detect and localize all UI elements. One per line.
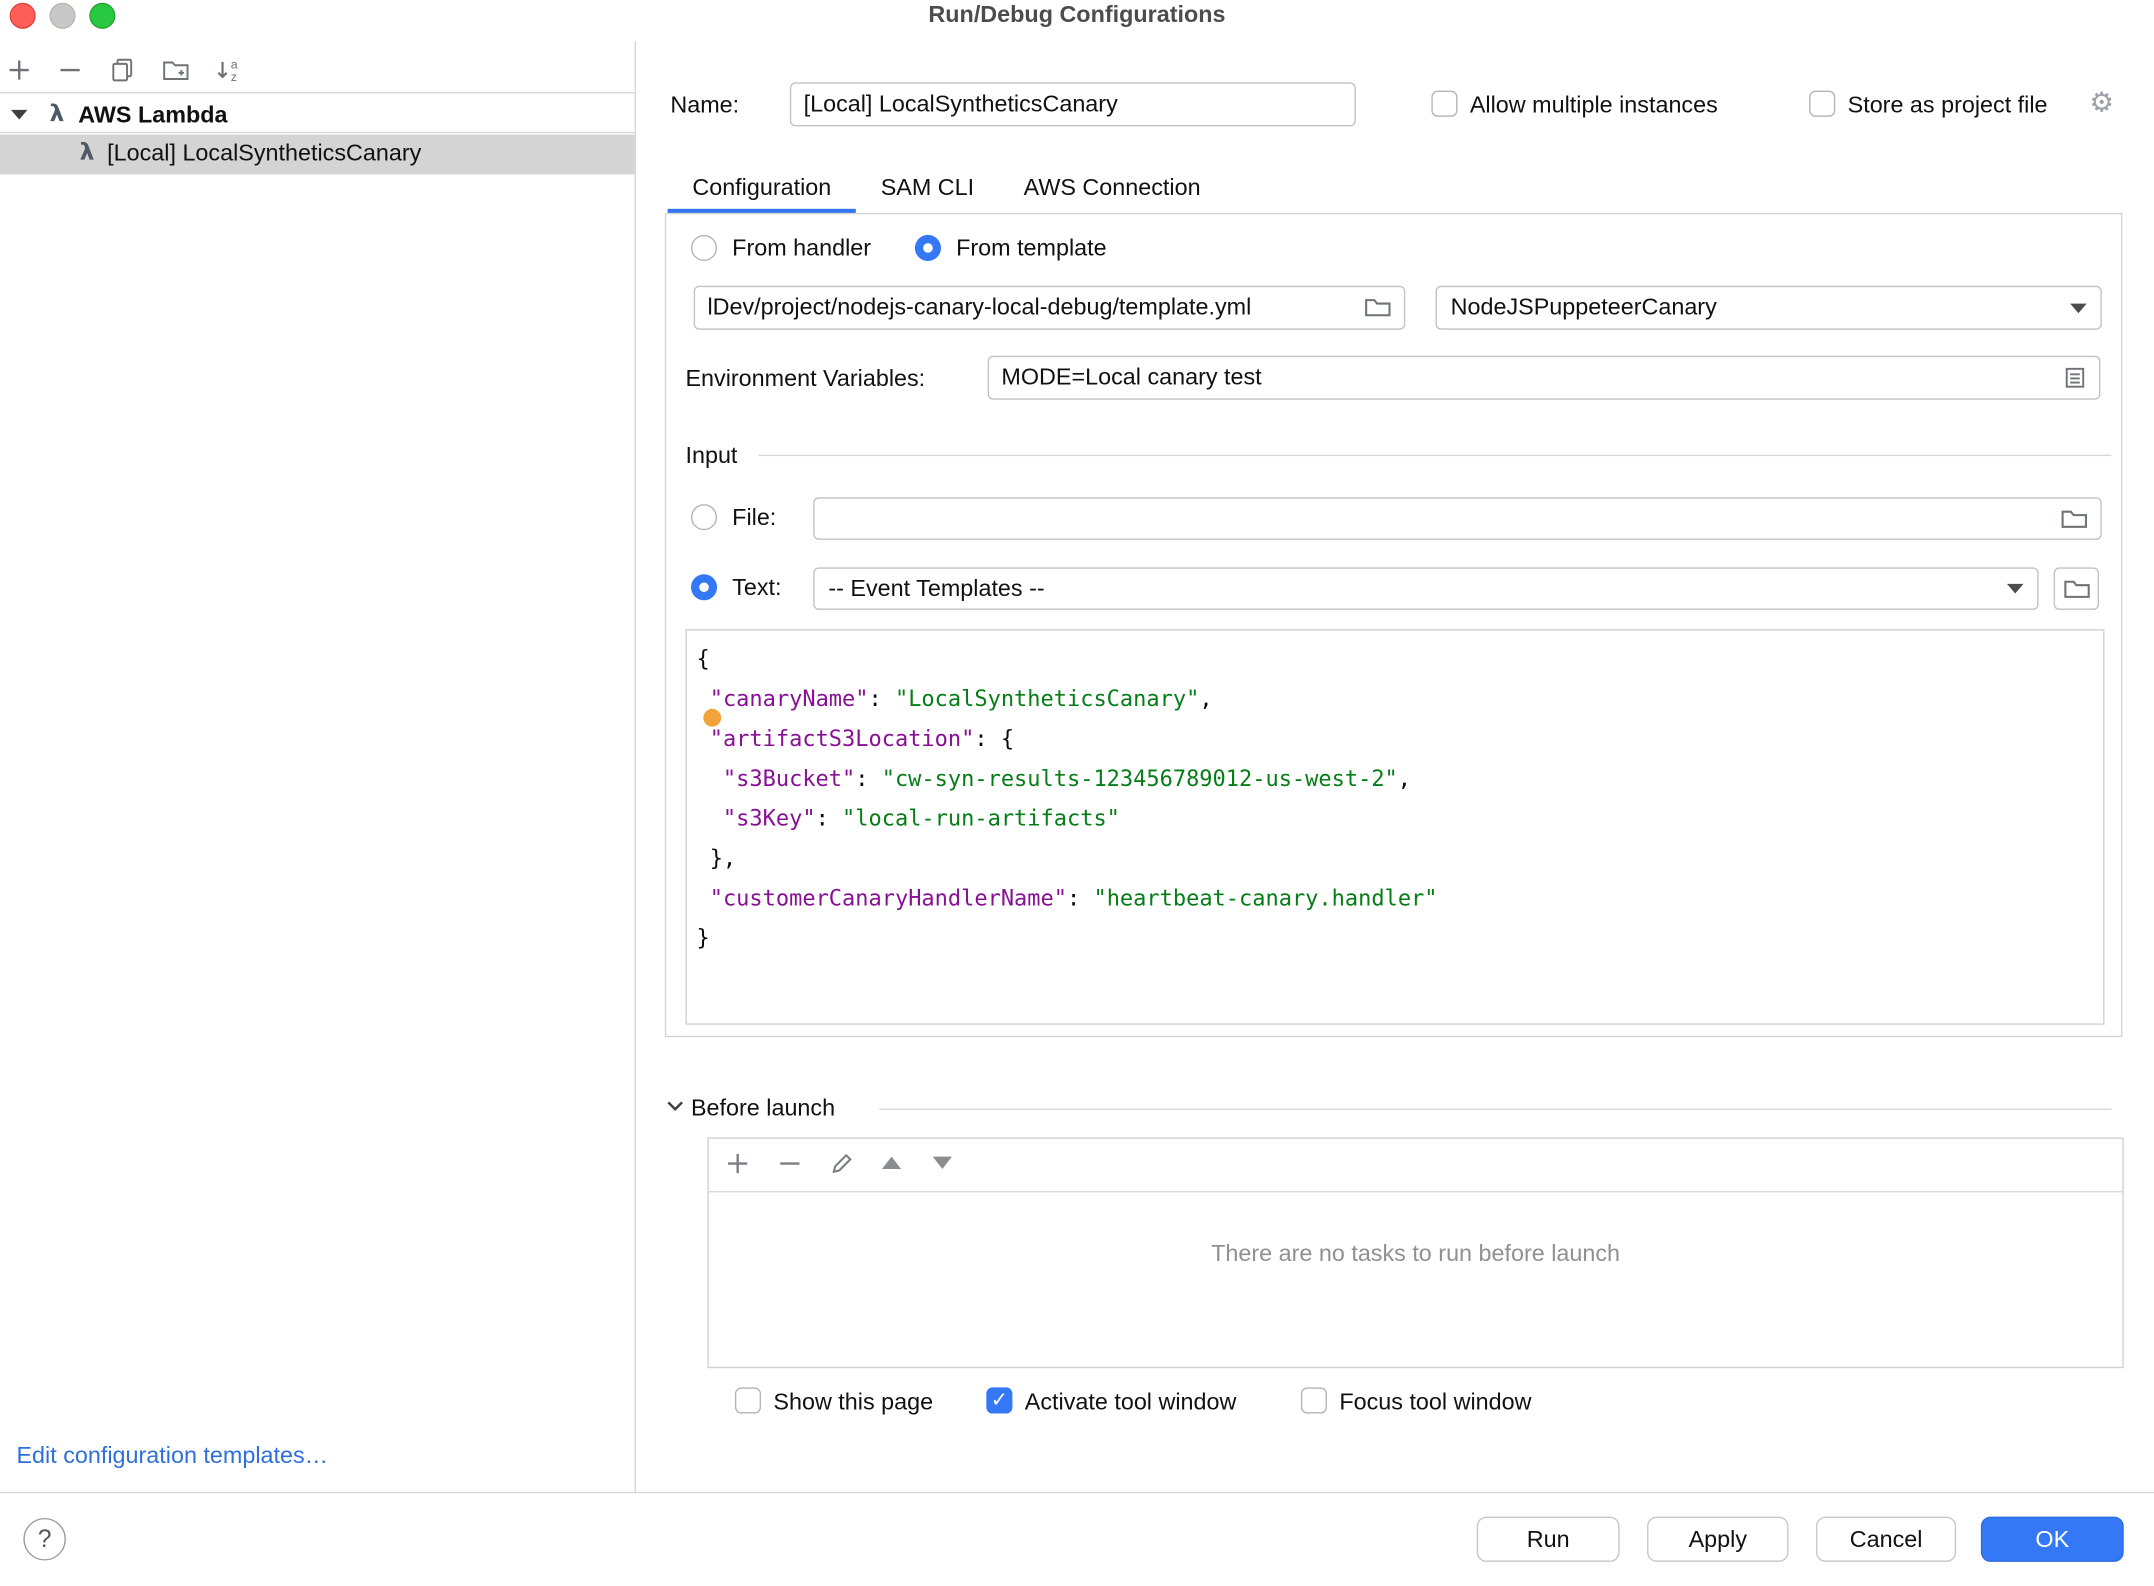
window-title: Run/Debug Configurations: [0, 1, 2154, 28]
add-task-button[interactable]: [725, 1151, 750, 1176]
file-label: File:: [732, 504, 776, 531]
code-line: "artifactS3Location": {: [696, 718, 2093, 758]
titlebar: Run/Debug Configurations: [0, 0, 2154, 41]
template-path-input[interactable]: [694, 286, 1406, 330]
code-line: "customerCanaryHandlerName": "heartbeat-…: [696, 878, 2093, 918]
allow-multiple-instances-label: Allow multiple instances: [1470, 92, 1718, 119]
ok-button[interactable]: OK: [1981, 1517, 2124, 1562]
event-templates-dropdown[interactable]: -- Event Templates --: [813, 567, 2038, 610]
list-icon[interactable]: [2063, 365, 2086, 390]
template-resource-dropdown[interactable]: NodeJSPuppeteerCanary: [1436, 286, 2102, 330]
file-radio[interactable]: [691, 504, 717, 530]
tree-group-label: AWS Lambda: [78, 102, 227, 129]
store-as-project-file-checkbox[interactable]: [1809, 91, 1835, 117]
chevron-down-icon: [2070, 303, 2086, 313]
warning-dot-icon: [703, 709, 721, 727]
folder-icon[interactable]: [2061, 508, 2088, 530]
code-line: "s3Key": "local-run-artifacts": [696, 798, 2093, 838]
chevron-down-icon: [2007, 584, 2023, 594]
help-button[interactable]: ?: [23, 1518, 66, 1561]
remove-configuration-button[interactable]: [58, 58, 83, 83]
run-button[interactable]: Run: [1477, 1517, 1620, 1562]
text-radio[interactable]: [691, 574, 717, 600]
cancel-button[interactable]: Cancel: [1816, 1517, 1956, 1562]
tab-sam-cli-label: SAM CLI: [881, 174, 974, 201]
copy-configuration-button[interactable]: [110, 58, 135, 83]
text-label: Text:: [732, 574, 781, 601]
code-line: "canaryName": "LocalSyntheticsCanary",: [696, 679, 2093, 719]
from-handler-radio[interactable]: [691, 235, 717, 261]
edit-task-button[interactable]: [830, 1151, 855, 1176]
input-section-divider: [758, 455, 2111, 456]
json-code: { "canaryName": "LocalSyntheticsCanary",…: [696, 639, 2093, 958]
allow-multiple-instances-checkbox[interactable]: [1431, 91, 1457, 117]
activate-tool-window-label: Activate tool window: [1025, 1389, 1237, 1416]
remove-task-button[interactable]: [778, 1151, 803, 1176]
name-label: Name:: [670, 92, 739, 119]
sidebar-toolbar: a z: [0, 52, 635, 90]
tab-aws-connection[interactable]: AWS Connection: [999, 162, 1225, 213]
tree-item-local-localsyntheticscanary[interactable]: λ [Local] LocalSyntheticsCanary: [0, 135, 635, 175]
code-line: },: [696, 838, 2093, 878]
gear-icon[interactable]: ⚙: [2089, 85, 2114, 118]
sidebar-toolbar-divider: [0, 92, 635, 93]
file-input[interactable]: [813, 497, 2102, 540]
activate-tool-window-checkbox[interactable]: ✓: [986, 1387, 1012, 1413]
tab-configuration-label: Configuration: [692, 174, 831, 201]
template-resource-value: NodeJSPuppeteerCanary: [1451, 294, 1717, 321]
code-line: {: [696, 639, 2093, 679]
focus-tool-window-label: Focus tool window: [1339, 1389, 1531, 1416]
task-toolbar-divider: [709, 1191, 2123, 1192]
folder-icon[interactable]: [1364, 297, 1391, 319]
json-editor[interactable]: { "canaryName": "LocalSyntheticsCanary",…: [685, 629, 2104, 1025]
browse-folder-button[interactable]: [2054, 567, 2099, 610]
chevron-down-icon[interactable]: [11, 110, 27, 120]
edit-configuration-templates-link[interactable]: Edit configuration templates…: [16, 1442, 328, 1469]
apply-button[interactable]: Apply: [1647, 1517, 1788, 1562]
focus-tool-window-checkbox[interactable]: [1301, 1387, 1327, 1413]
code-line: }: [696, 918, 2093, 958]
collapse-chevron-icon[interactable]: [666, 1100, 684, 1112]
panel-divider: [635, 41, 636, 1492]
code-line: "s3Bucket": "cw-syn-results-123456789012…: [696, 758, 2093, 798]
move-task-up-button[interactable]: [882, 1157, 901, 1169]
new-folder-icon[interactable]: [162, 58, 189, 83]
from-template-radio[interactable]: [915, 235, 941, 261]
show-this-page-label: Show this page: [773, 1389, 933, 1416]
input-section-label: Input: [685, 442, 737, 469]
tree-group-aws-lambda[interactable]: λ AWS Lambda: [0, 96, 635, 133]
show-this-page-checkbox[interactable]: [735, 1387, 761, 1413]
before-launch-label: Before launch: [691, 1095, 835, 1122]
svg-text:z: z: [231, 70, 237, 82]
add-configuration-button[interactable]: [7, 58, 32, 83]
event-templates-value: -- Event Templates --: [828, 575, 1044, 602]
footer-divider: [0, 1492, 2154, 1493]
tab-sam-cli[interactable]: SAM CLI: [856, 162, 999, 213]
tab-configuration[interactable]: Configuration: [668, 162, 856, 213]
run-debug-configurations-dialog: Run/Debug Configurations a z λ AWS Lambd…: [0, 0, 2154, 1586]
tab-aws-connection-label: AWS Connection: [1024, 174, 1201, 201]
tree-header-divider: [0, 132, 635, 133]
tree-item-label: [Local] LocalSyntheticsCanary: [107, 140, 421, 167]
aws-lambda-icon: λ: [49, 100, 64, 127]
from-template-label: From template: [956, 235, 1107, 262]
tab-bar: Configuration SAM CLI AWS Connection: [668, 162, 1226, 213]
from-handler-label: From handler: [732, 235, 871, 262]
before-launch-divider: [879, 1109, 2111, 1110]
no-tasks-message: There are no tasks to run before launch: [707, 1240, 2123, 1267]
environment-variables-label: Environment Variables:: [685, 365, 925, 392]
name-input[interactable]: [790, 82, 1356, 126]
environment-variables-input[interactable]: [988, 356, 2101, 400]
aws-lambda-icon: λ: [80, 139, 95, 166]
store-as-project-file-label: Store as project file: [1848, 92, 2048, 119]
sort-configurations-icon[interactable]: a z: [216, 58, 243, 83]
move-task-down-button[interactable]: [933, 1157, 952, 1169]
